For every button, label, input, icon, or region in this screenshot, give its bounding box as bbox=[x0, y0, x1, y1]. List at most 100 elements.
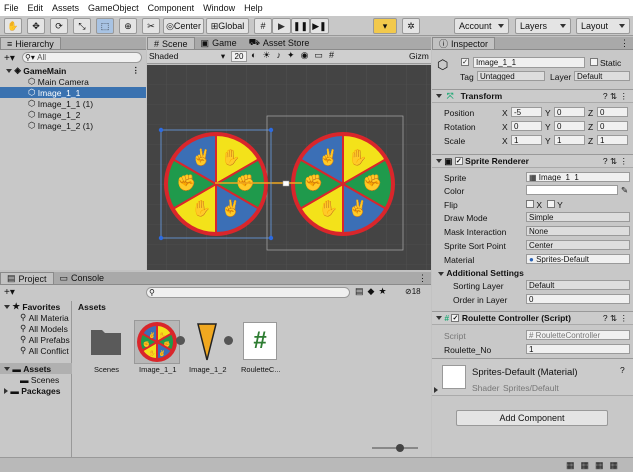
shader-dropdown[interactable]: Sprites/Default bbox=[503, 383, 559, 393]
hierarchy-item[interactable]: ⬡ Image_1_1 (1) bbox=[0, 98, 146, 109]
transform-rotation-y-field[interactable]: 0 bbox=[554, 121, 585, 131]
material-field[interactable]: ● Sprites-Default bbox=[526, 254, 630, 264]
script-asset-icon[interactable]: # bbox=[243, 322, 277, 360]
menu-assets[interactable]: Assets bbox=[52, 3, 79, 13]
resize-handle[interactable] bbox=[158, 235, 164, 241]
hierarchy-search-input[interactable]: ⚲▾ All bbox=[22, 52, 142, 63]
rect-tool-button[interactable]: ⬚ bbox=[96, 18, 114, 34]
roulette-no-field[interactable]: 1 bbox=[526, 344, 630, 354]
add-object-button[interactable]: +▾ bbox=[4, 53, 15, 64]
global-toggle-button[interactable]: ⊞ Global bbox=[206, 18, 249, 34]
expand-icon[interactable] bbox=[434, 385, 438, 395]
transform-position-x-field[interactable]: -5 bbox=[511, 107, 542, 117]
asset-thumbnail-selected[interactable]: ✋ ✊ ✌ ✋ ✊ ✌ bbox=[134, 320, 180, 364]
grid-snap-button[interactable]: # bbox=[254, 18, 272, 34]
component-menu-icons[interactable]: ? ⇅ ⋮ bbox=[603, 313, 628, 324]
static-checkbox[interactable] bbox=[590, 58, 598, 66]
scene-viewport[interactable]: ✋ ✊ ✌ ✋ ✊ ✌ ✋ ✊ ✌ ✋ ✊ ✌ bbox=[147, 65, 431, 270]
menu-help[interactable]: Help bbox=[244, 3, 263, 13]
transform-rotation-z-field[interactable]: 0 bbox=[597, 121, 628, 131]
expand-sprite-icon[interactable] bbox=[176, 336, 185, 345]
rotate-tool-button[interactable]: ⟳ bbox=[50, 18, 68, 34]
slider-handle[interactable] bbox=[396, 444, 404, 452]
status-icons[interactable]: ▦▦▦▦ bbox=[566, 460, 624, 471]
sprite-renderer-header[interactable]: ▣ ✓ Sprite Renderer? ⇅ ⋮ bbox=[432, 154, 633, 168]
more-icon[interactable]: ⋮ bbox=[418, 273, 427, 284]
name-field[interactable]: Image_1_1 bbox=[473, 57, 585, 68]
more-icon[interactable]: ⋮ bbox=[620, 38, 629, 49]
scene-view-toggles[interactable]: ◐☀♪✦◉▭# bbox=[251, 50, 340, 61]
expand-sprite-icon[interactable] bbox=[224, 336, 233, 345]
scale-tool-button[interactable]: ⤡ bbox=[73, 18, 91, 34]
custom-tool-button[interactable]: ✂ bbox=[142, 18, 160, 34]
flip-x-toggle[interactable]: X Y bbox=[526, 200, 563, 210]
resize-handle[interactable] bbox=[158, 127, 164, 133]
resize-handle[interactable] bbox=[268, 235, 274, 241]
sprite-field[interactable]: ▦ Image_1_1 bbox=[526, 172, 630, 182]
help-icon[interactable]: ? bbox=[620, 365, 625, 375]
shading-mode-dropdown[interactable]: Shaded ▾ bbox=[149, 51, 225, 62]
hierarchy-item[interactable]: ⬡ Image_1_2 (1) bbox=[0, 120, 146, 131]
tab-game[interactable]: ▣ Game bbox=[195, 37, 243, 49]
order-in-layer-field[interactable]: 0 bbox=[526, 294, 630, 304]
gizmo-size-field[interactable]: 20 bbox=[231, 51, 247, 62]
transform-header[interactable]: ⤧ Transform? ⇅ ⋮ bbox=[432, 89, 633, 103]
add-component-button[interactable]: Add Component bbox=[456, 410, 608, 426]
transform-scale-y-field[interactable]: 1 bbox=[554, 135, 585, 145]
mask-interaction-dropdown[interactable]: None bbox=[526, 226, 630, 236]
account-dropdown[interactable]: Account bbox=[454, 18, 509, 34]
collab-button[interactable]: ▾ bbox=[373, 18, 397, 34]
pause-button[interactable]: ❚❚ bbox=[291, 18, 310, 34]
menu-gameobject[interactable]: GameObject bbox=[88, 3, 139, 13]
packages-folder[interactable]: ▬ Packages bbox=[4, 385, 60, 396]
menu-component[interactable]: Component bbox=[148, 3, 195, 13]
step-button[interactable]: ▶❚ bbox=[310, 18, 329, 34]
sorting-layer-dropdown[interactable]: Default bbox=[526, 280, 630, 290]
tab-inspector[interactable]: ⓘ Inspector bbox=[432, 37, 496, 49]
active-checkbox[interactable]: ✓ bbox=[461, 58, 469, 66]
favorite-item[interactable]: ⚲ All Prefabs bbox=[20, 334, 70, 345]
project-search-input[interactable]: ⚲ bbox=[146, 287, 350, 298]
component-menu-icons[interactable]: ? ⇅ ⋮ bbox=[603, 91, 628, 102]
layer-dropdown[interactable]: Default bbox=[574, 71, 630, 81]
transform-position-y-field[interactable]: 0 bbox=[554, 107, 585, 117]
favorite-item[interactable]: ⚲ All Conflict bbox=[20, 345, 69, 356]
more-icon[interactable]: ⋮ bbox=[132, 65, 141, 76]
layers-dropdown[interactable]: Layers bbox=[515, 18, 571, 34]
pointer-sprite-thumbnail[interactable] bbox=[194, 322, 220, 362]
transform-rotation-x-field[interactable]: 0 bbox=[511, 121, 542, 131]
additional-settings-foldout[interactable]: Additional Settings bbox=[438, 268, 524, 278]
assets-folder[interactable]: ▬ Assets bbox=[0, 363, 72, 374]
services-button[interactable]: ✲ bbox=[402, 18, 420, 34]
flip-y-checkbox[interactable] bbox=[546, 200, 555, 208]
gizmos-dropdown[interactable]: Gizm bbox=[409, 51, 429, 61]
transform-position-z-field[interactable]: 0 bbox=[597, 107, 628, 117]
transform-tool-button[interactable]: ⊕ bbox=[119, 18, 137, 34]
favorite-item[interactable]: ⚲ All Materia bbox=[20, 312, 69, 323]
component-menu-icons[interactable]: ? ⇅ ⋮ bbox=[603, 156, 628, 167]
draw-mode-dropdown[interactable]: Simple bbox=[526, 212, 630, 222]
create-asset-button[interactable]: +▾ bbox=[4, 287, 15, 298]
hierarchy-item[interactable]: ⬡ Image_1_2 bbox=[0, 109, 146, 120]
folder-icon[interactable] bbox=[89, 324, 123, 358]
color-swatch[interactable] bbox=[526, 185, 618, 195]
play-button[interactable]: ▶ bbox=[272, 18, 291, 34]
tab-scene[interactable]: # Scene bbox=[147, 37, 195, 49]
eyedropper-icon[interactable]: ✎ bbox=[621, 185, 628, 196]
project-filter-icons[interactable]: ▤◆★ bbox=[355, 286, 391, 297]
sort-point-dropdown[interactable]: Center bbox=[526, 240, 630, 250]
roulette-controller-header[interactable]: # ✓ Roulette Controller (Script)? ⇅ ⋮ bbox=[432, 311, 633, 325]
thumbnail-size-slider[interactable] bbox=[372, 447, 418, 449]
tag-dropdown[interactable]: Untagged bbox=[477, 71, 545, 81]
layout-dropdown[interactable]: Layout bbox=[576, 18, 630, 34]
tab-project[interactable]: ▤ Project bbox=[0, 272, 54, 284]
tab-console[interactable]: ▭ Console bbox=[54, 272, 111, 284]
move-tool-button[interactable]: ✥ bbox=[27, 18, 45, 34]
menu-edit[interactable]: Edit bbox=[28, 3, 44, 13]
resize-handle[interactable] bbox=[268, 127, 274, 133]
hierarchy-item[interactable]: ⬡ Main Camera bbox=[0, 76, 146, 87]
scene-row[interactable]: ◈ GameMain ⋮ bbox=[0, 65, 146, 76]
tab-asset-store[interactable]: ⛟ Asset Store bbox=[243, 37, 316, 49]
favorite-item[interactable]: ⚲ All Models bbox=[20, 323, 68, 334]
menu-file[interactable]: File bbox=[4, 3, 19, 13]
